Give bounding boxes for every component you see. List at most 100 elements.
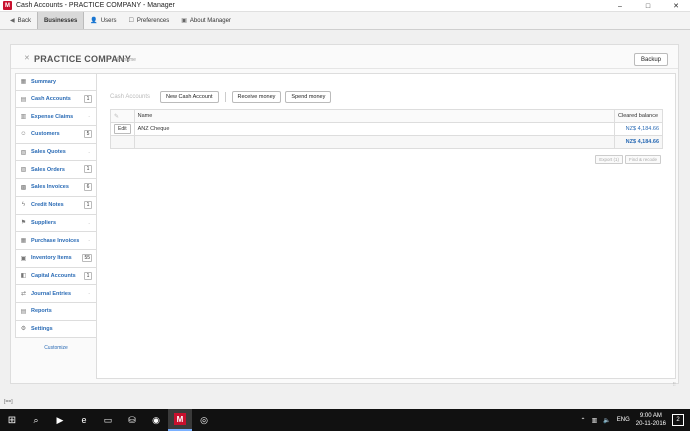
minimize-button[interactable]: –	[606, 0, 634, 12]
edit-pencil-icon: ✎	[114, 113, 120, 120]
sidebar-item-label: Journal Entries	[31, 290, 72, 297]
find-recode-button[interactable]: Find & recode	[624, 155, 661, 164]
order-icon: ▨	[20, 167, 27, 174]
chrome-icon[interactable]: ◉	[144, 409, 168, 431]
reports-icon: ▤	[20, 308, 27, 315]
export-controls: Export (1) Find & recode	[595, 155, 661, 164]
sidebar-item-expense-claims[interactable]: ▥ Expense Claims -	[15, 108, 97, 127]
count-badge: 1	[84, 200, 92, 209]
media-player-icon[interactable]: ▶	[48, 409, 72, 431]
export-button[interactable]: Export (1)	[595, 155, 623, 164]
summary-icon: ▦	[20, 79, 27, 86]
about-button[interactable]: ▣ About Manager	[175, 12, 237, 29]
users-label: Users	[100, 17, 117, 24]
invoice-icon: ▩	[20, 184, 27, 191]
inventory-icon: ▣	[20, 255, 27, 262]
manager-taskbar-item[interactable]: M	[168, 409, 192, 431]
sidebar-item-label: Reports	[31, 308, 52, 315]
table-header-row: ✎ Name Cleared balance	[110, 109, 663, 123]
count-badge: -	[88, 291, 90, 298]
new-cash-account-button[interactable]: New Cash Account	[160, 90, 219, 103]
network-icon[interactable]: ▥	[592, 417, 598, 424]
start-button[interactable]: ⊞	[0, 409, 24, 431]
bank-icon: ▤	[20, 96, 27, 103]
balance-column-header[interactable]: Cleared balance	[614, 109, 663, 123]
system-tray: ⌃ ▥ 🔈 ENG 9:00 AM 20-11-2016 2	[581, 409, 690, 431]
backup-button[interactable]: Backup	[633, 53, 668, 66]
table-row: Edit ANZ Cheque NZ$ 4,184.66	[110, 122, 663, 136]
cash-accounts-content: Cash Accounts New Cash Account Receive m…	[96, 73, 676, 379]
rename-link[interactable]: Rename	[117, 57, 136, 63]
close-business-icon[interactable]: ✕	[24, 54, 30, 62]
window-controls: – □ ✕	[606, 0, 690, 12]
language-indicator[interactable]: ENG	[617, 417, 630, 423]
back-button[interactable]: ◀ Back	[4, 12, 37, 29]
users-button[interactable]: 👤 Users	[84, 12, 122, 29]
sidebar-item-purchase-invoices[interactable]: ▦ Purchase Invoices -	[15, 232, 97, 250]
back-label: Back	[17, 17, 31, 24]
customers-icon: ☺	[20, 131, 27, 138]
preferences-icon: ☐	[128, 18, 134, 24]
sidebar-item-sales-quotes[interactable]: ▧ Sales Quotes -	[15, 143, 97, 162]
total-balance-cell[interactable]: NZ$ 4,184.66	[614, 135, 663, 149]
clock[interactable]: 9:00 AM 20-11-2016	[636, 412, 666, 428]
sidebar-item-suppliers[interactable]: ⚑ Suppliers -	[15, 214, 97, 233]
journal-icon: ⇄	[20, 291, 27, 298]
notification-center-icon[interactable]: 2	[672, 414, 684, 426]
maximize-button[interactable]: □	[634, 0, 662, 12]
cortana-icon[interactable]: ◎	[192, 409, 216, 431]
cash-accounts-table: ✎ Name Cleared balance Edit ANZ Cheque N…	[110, 109, 663, 149]
sidebar-item-summary[interactable]: ▦ Summary	[15, 73, 97, 91]
spend-money-button[interactable]: Spend money	[285, 90, 332, 103]
edit-cell: Edit	[110, 122, 135, 136]
users-icon: 👤	[90, 18, 98, 24]
count-badge: 55	[82, 253, 92, 262]
section-label: Cash Accounts	[110, 93, 151, 100]
sidebar-item-credit-notes[interactable]: ϟ Credit Notes 1	[15, 196, 97, 215]
volume-icon[interactable]: 🔈	[603, 417, 610, 424]
count-badge: 1	[84, 271, 92, 280]
sidebar-item-inventory-items[interactable]: ▣ Inventory Items 55	[15, 249, 97, 268]
sidebar-item-capital-accounts[interactable]: ◧ Capital Accounts 1	[15, 267, 97, 286]
about-icon: ▣	[181, 18, 187, 24]
expense-icon: ▥	[20, 114, 27, 121]
sidebar-item-sales-orders[interactable]: ▨ Sales Orders 1	[15, 161, 97, 180]
balance-cell[interactable]: NZ$ 4,184.66	[614, 122, 663, 136]
suppliers-icon: ⚑	[20, 220, 27, 227]
sidebar-item-label: Sales Quotes	[31, 149, 66, 156]
status-indicator: [==]	[4, 399, 13, 405]
businesses-button[interactable]: Businesses	[36, 12, 85, 29]
edit-button[interactable]: Edit	[114, 124, 131, 134]
business-panel: ✕ PRACTICE COMPANY Rename Backup ▦ Summa…	[10, 44, 679, 384]
tray-chevron-icon[interactable]: ⌃	[581, 417, 586, 424]
close-window-button[interactable]: ✕	[662, 0, 690, 12]
window-title: Cash Accounts - PRACTICE COMPANY - Manag…	[16, 2, 175, 9]
customize-link[interactable]: Customize	[15, 345, 97, 351]
preferences-button[interactable]: ☐ Preferences	[122, 12, 175, 29]
sidebar-item-settings[interactable]: ⚙ Settings	[15, 320, 97, 339]
store-icon[interactable]: ⛁	[120, 409, 144, 431]
capital-icon: ◧	[20, 273, 27, 280]
sidebar-item-label: Expense Claims	[31, 113, 74, 120]
sidebar-item-label: Customers	[31, 131, 60, 138]
receive-money-button[interactable]: Receive money	[231, 90, 282, 103]
count-badge: -	[88, 149, 90, 156]
count-badge: 1	[84, 165, 92, 174]
clock-date: 20-11-2016	[635, 421, 666, 427]
table-total-row: NZ$ 4,184.66	[110, 135, 663, 149]
sidebar-item-cash-accounts[interactable]: ▤ Cash Accounts 1	[15, 90, 97, 109]
sidebar-item-sales-invoices[interactable]: ▩ Sales Invoices 6	[15, 179, 97, 197]
sidebar-item-reports[interactable]: ▤ Reports	[15, 302, 97, 321]
name-column-header[interactable]: Name	[133, 109, 616, 123]
file-explorer-icon[interactable]: ▭	[96, 409, 120, 431]
sidebar-item-customers[interactable]: ☺ Customers 5	[15, 126, 97, 144]
sidebar-item-label: Credit Notes	[31, 202, 64, 209]
search-icon[interactable]: ⌕	[24, 409, 48, 431]
businesses-label: Businesses	[43, 17, 78, 24]
sidebar-item-label: Cash Accounts	[31, 96, 71, 103]
preferences-label: Preferences	[136, 17, 170, 24]
sidebar-item-journal-entries[interactable]: ⇄ Journal Entries -	[15, 285, 97, 303]
resize-grip-icon[interactable]: ⠿	[672, 382, 676, 388]
edge-browser-icon[interactable]: e	[72, 409, 96, 431]
main-toolbar: ◀ Back Businesses 👤 Users ☐ Preferences …	[0, 12, 690, 30]
